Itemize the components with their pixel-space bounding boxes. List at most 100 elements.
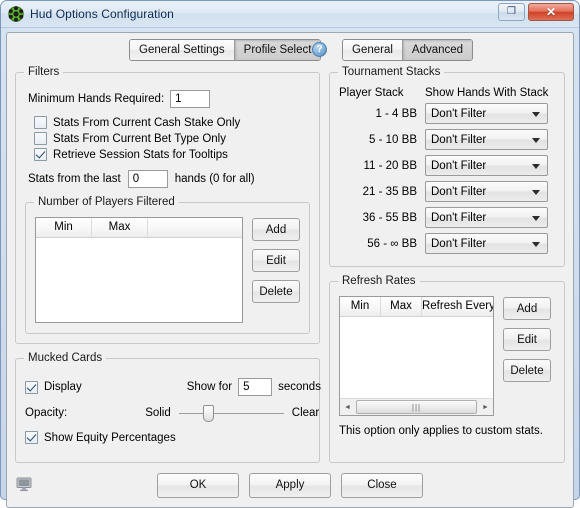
stack-filter-combo-6[interactable]: Don't Filter bbox=[425, 233, 548, 254]
scroll-right-arrow-icon[interactable]: ► bbox=[478, 399, 493, 415]
stack-filter-value-6: Don't Filter bbox=[431, 237, 487, 250]
left-column: Filters Minimum Hands Required: Stats Fr… bbox=[15, 63, 321, 463]
refresh-rates-delete-button[interactable]: Delete bbox=[503, 359, 551, 382]
dialog-footer: OK Apply Close bbox=[7, 463, 573, 507]
players-filtered-col-max[interactable]: Max bbox=[92, 218, 148, 237]
refresh-rates-group: Refresh Rates Min Max Refresh Every ◄ ||… bbox=[329, 275, 565, 463]
close-button[interactable]: ✕ bbox=[528, 3, 574, 21]
mucked-cards-legend: Mucked Cards bbox=[24, 352, 107, 364]
stack-row-3: 11 - 20 BB Don't Filter bbox=[339, 155, 555, 176]
ok-button[interactable]: OK bbox=[157, 472, 239, 498]
players-filtered-edit-button[interactable]: Edit bbox=[252, 249, 300, 272]
checkbox-session-stats-tooltips-box[interactable] bbox=[34, 148, 47, 161]
dialog-window: Hud Options Configuration ❐ ✕ General Se… bbox=[0, 0, 580, 508]
players-filtered-delete-button[interactable]: Delete bbox=[252, 280, 300, 303]
players-filtered-listview[interactable]: Min Max bbox=[35, 217, 243, 323]
players-filtered-buttons: Add Edit Delete bbox=[252, 217, 300, 323]
checkbox-cash-stake-only-box[interactable] bbox=[34, 116, 47, 129]
right-tab-group: General Advanced bbox=[342, 39, 474, 61]
refresh-rates-legend: Refresh Rates bbox=[338, 275, 420, 287]
stack-filter-value-1: Don't Filter bbox=[431, 107, 487, 120]
checkbox-show-equity[interactable]: Show Equity Percentages bbox=[25, 431, 310, 444]
stack-filter-combo-4[interactable]: Don't Filter bbox=[425, 181, 548, 202]
left-tab-group: General Settings Profile Select bbox=[129, 39, 322, 61]
checkbox-bet-type-only[interactable]: Stats From Current Bet Type Only bbox=[34, 132, 310, 145]
chevron-down-icon[interactable] bbox=[532, 163, 540, 169]
opacity-slider-thumb[interactable] bbox=[203, 405, 215, 422]
tab-strip-row: General Settings Profile Select ? Genera… bbox=[7, 33, 573, 63]
checkbox-bet-type-only-box[interactable] bbox=[34, 132, 47, 145]
opacity-solid-label: Solid bbox=[145, 407, 171, 419]
checkbox-session-stats-tooltips[interactable]: Retrieve Session Stats for Tooltips bbox=[34, 148, 310, 161]
dialog-client-area: General Settings Profile Select ? Genera… bbox=[6, 32, 574, 508]
opacity-slider[interactable] bbox=[178, 404, 284, 422]
checkbox-display-box[interactable] bbox=[25, 380, 38, 394]
stack-filter-value-3: Don't Filter bbox=[431, 159, 487, 172]
stack-filter-value-4: Don't Filter bbox=[431, 185, 487, 198]
stack-filter-combo-1[interactable]: Don't Filter bbox=[425, 103, 548, 124]
window-title: Hud Options Configuration bbox=[30, 7, 174, 21]
refresh-rates-col-min[interactable]: Min bbox=[340, 297, 381, 316]
stack-row-4: 21 - 35 BB Don't Filter bbox=[339, 181, 555, 202]
tab-general-settings[interactable]: General Settings bbox=[130, 40, 235, 60]
refresh-rates-buttons: Add Edit Delete bbox=[503, 296, 551, 416]
chevron-down-icon[interactable] bbox=[532, 111, 540, 117]
last-hands-prefix-label: Stats from the last bbox=[28, 173, 121, 185]
stack-row-1: 1 - 4 BB Don't Filter bbox=[339, 103, 555, 124]
opacity-slider-track bbox=[178, 413, 284, 414]
opacity-row: Opacity: Solid Clear bbox=[25, 404, 319, 422]
players-filtered-col-spacer bbox=[148, 218, 242, 237]
players-filtered-add-button[interactable]: Add bbox=[252, 218, 300, 241]
scrollbar-thumb[interactable]: ||| bbox=[356, 400, 477, 414]
checkbox-session-stats-tooltips-label: Retrieve Session Stats for Tooltips bbox=[53, 148, 228, 161]
minimum-hands-input[interactable] bbox=[170, 90, 211, 108]
minimum-hands-label: Minimum Hands Required: bbox=[28, 93, 165, 105]
checkbox-cash-stake-only[interactable]: Stats From Current Cash Stake Only bbox=[34, 116, 310, 129]
stack-label-3: 11 - 20 BB bbox=[363, 159, 418, 172]
show-for-input[interactable] bbox=[238, 378, 273, 396]
tab-general[interactable]: General bbox=[343, 40, 403, 60]
players-filtered-group: Number of Players Filtered Min Max Add E… bbox=[25, 196, 310, 334]
scrollbar-trough[interactable]: ||| bbox=[355, 399, 478, 415]
refresh-rates-body: Min Max Refresh Every ◄ ||| ► Add Edit D… bbox=[339, 296, 555, 416]
refresh-rates-hscrollbar[interactable]: ◄ ||| ► bbox=[340, 398, 493, 415]
last-hands-input[interactable] bbox=[127, 170, 168, 188]
close-button-footer[interactable]: Close bbox=[341, 472, 423, 498]
refresh-rates-col-refresh-every[interactable]: Refresh Every bbox=[422, 297, 493, 316]
chevron-down-icon[interactable] bbox=[532, 215, 540, 221]
refresh-rates-add-button[interactable]: Add bbox=[503, 297, 551, 320]
filters-group: Filters Minimum Hands Required: Stats Fr… bbox=[15, 66, 320, 344]
tab-advanced[interactable]: Advanced bbox=[402, 40, 473, 60]
content-columns: Filters Minimum Hands Required: Stats Fr… bbox=[7, 63, 573, 463]
tournament-stacks-legend: Tournament Stacks bbox=[338, 66, 445, 78]
refresh-rates-listview[interactable]: Min Max Refresh Every ◄ ||| ► bbox=[339, 296, 494, 416]
refresh-rates-col-max[interactable]: Max bbox=[381, 297, 422, 316]
refresh-rates-rows bbox=[340, 317, 493, 398]
tab-profile-select[interactable]: Profile Select bbox=[234, 40, 321, 60]
stack-label-2: 5 - 10 BB bbox=[369, 133, 417, 146]
stack-filter-combo-2[interactable]: Don't Filter bbox=[425, 129, 548, 150]
chevron-down-icon[interactable] bbox=[532, 137, 540, 143]
apply-button[interactable]: Apply bbox=[249, 472, 331, 498]
window-controls: ❐ ✕ bbox=[498, 3, 574, 21]
stack-filter-combo-5[interactable]: Don't Filter bbox=[425, 207, 548, 228]
scroll-left-arrow-icon[interactable]: ◄ bbox=[340, 399, 355, 415]
restore-button[interactable]: ❐ bbox=[498, 3, 525, 21]
chevron-down-icon[interactable] bbox=[532, 189, 540, 195]
checkbox-display[interactable]: Display bbox=[25, 380, 82, 394]
monitor-icon[interactable] bbox=[15, 475, 33, 493]
stack-filter-value-2: Don't Filter bbox=[431, 133, 487, 146]
checkbox-show-equity-box[interactable] bbox=[25, 431, 38, 444]
chevron-down-icon[interactable] bbox=[532, 241, 540, 247]
stack-label-4: 21 - 35 BB bbox=[362, 185, 417, 198]
refresh-rates-edit-button[interactable]: Edit bbox=[503, 328, 551, 351]
players-filtered-rows bbox=[36, 238, 242, 322]
stack-filter-combo-3[interactable]: Don't Filter bbox=[425, 155, 548, 176]
stack-row-2: 5 - 10 BB Don't Filter bbox=[339, 129, 555, 150]
help-icon[interactable]: ? bbox=[312, 42, 327, 57]
checkbox-display-label: Display bbox=[44, 381, 82, 393]
last-hands-row: Stats from the last hands (0 for all) bbox=[28, 170, 310, 188]
players-filtered-col-min[interactable]: Min bbox=[36, 218, 92, 237]
mucked-display-row: Display Show for seconds bbox=[25, 378, 321, 396]
close-icon: ✕ bbox=[545, 5, 557, 19]
